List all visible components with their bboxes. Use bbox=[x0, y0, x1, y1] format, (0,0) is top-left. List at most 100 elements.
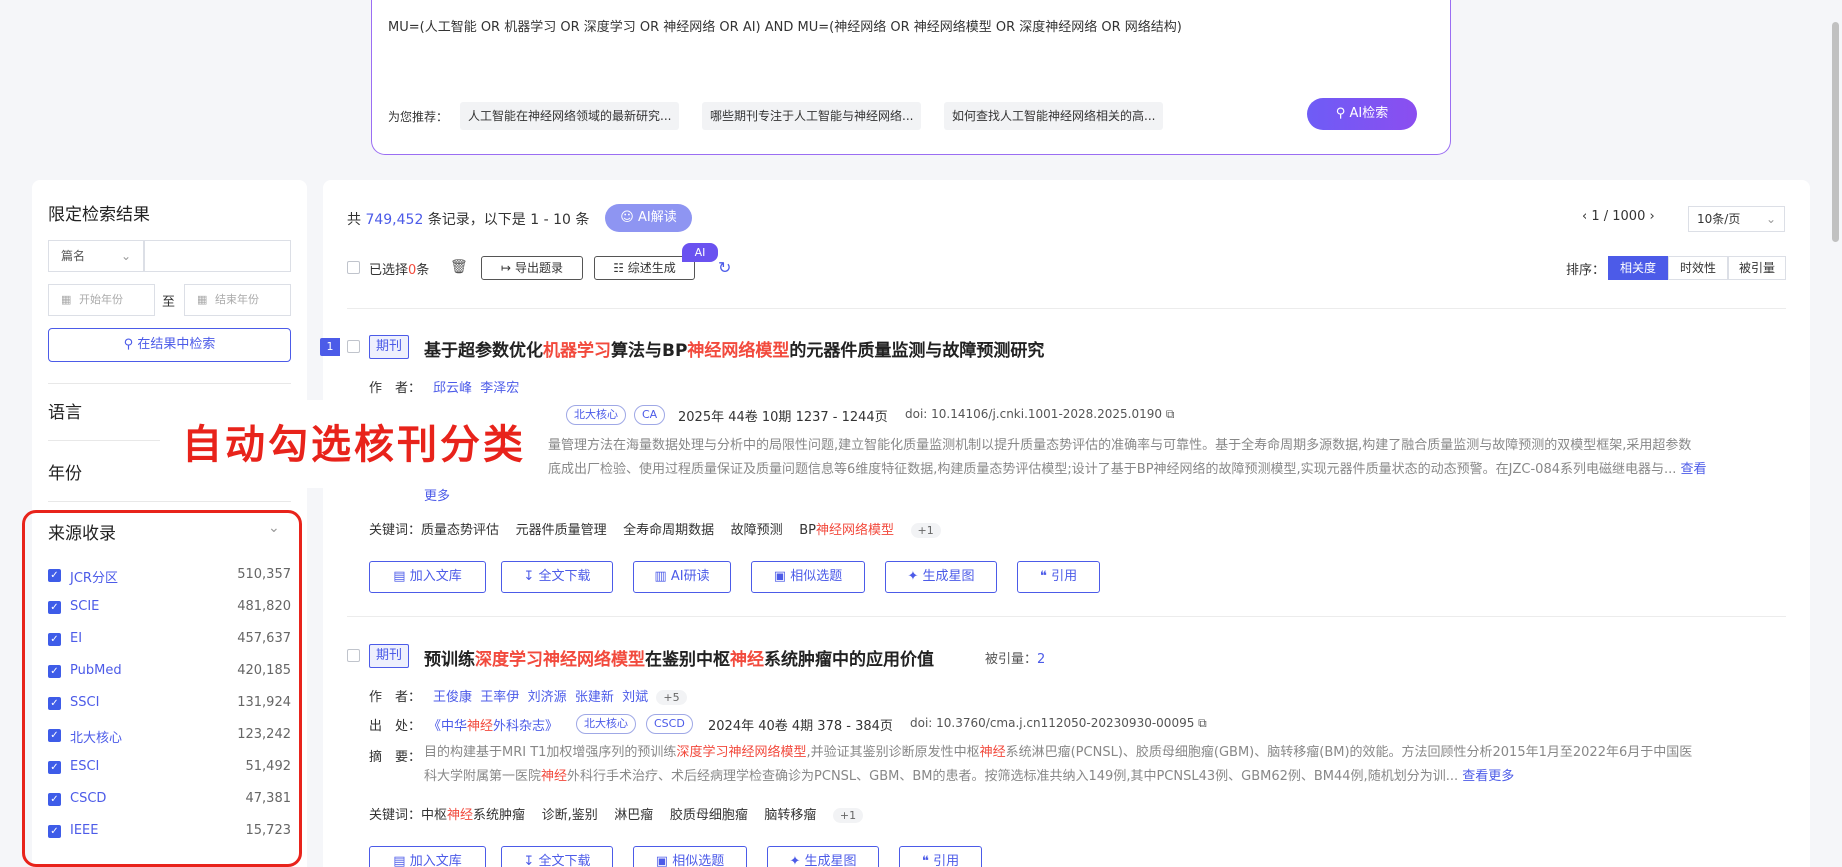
result-title[interactable]: 基于超参数优化机器学习算法与BP神经网络模型的元器件质量监测与故障预测研究 bbox=[424, 336, 1044, 361]
recommendation-chip[interactable]: 哪些期刊专注于人工智能与神经网络... bbox=[702, 102, 922, 130]
download-button[interactable]: ↧ 全文下载 bbox=[501, 846, 613, 867]
section-language[interactable]: 语言 bbox=[48, 398, 82, 423]
keyword[interactable]: 脑转移瘤 bbox=[764, 808, 816, 823]
sort-citations[interactable]: 被引量 bbox=[1728, 256, 1786, 280]
source-highlight-frame bbox=[22, 510, 302, 867]
library-icon: ▤ bbox=[393, 854, 406, 867]
author-link[interactable]: 邱云峰 bbox=[433, 381, 472, 396]
field-input[interactable] bbox=[144, 240, 291, 272]
image-icon: ▣ bbox=[655, 854, 669, 867]
keyword[interactable]: 中枢神经系统肿瘤 bbox=[421, 808, 525, 823]
document-icon: ☷ bbox=[613, 261, 624, 275]
author-list: 邱云峰 李泽宏 bbox=[433, 377, 519, 396]
quote-icon: ❝ bbox=[1039, 569, 1047, 584]
more-keywords-badge[interactable]: +1 bbox=[832, 808, 864, 823]
similar-topic-button[interactable]: ▣ 相似选题 bbox=[751, 561, 865, 593]
star-map-button[interactable]: ✦ 生成星图 bbox=[885, 561, 997, 593]
star-map-button[interactable]: ✦ 生成星图 bbox=[767, 846, 879, 867]
more-authors-badge[interactable]: +5 bbox=[656, 690, 687, 705]
recommendation-chip[interactable]: 人工智能在神经网络领域的最新研究... bbox=[460, 102, 680, 130]
filter-title: 限定检索结果 bbox=[48, 205, 150, 225]
more-keywords-badge[interactable]: +1 bbox=[910, 523, 941, 538]
keyword[interactable]: 胶质母细胞瘤 bbox=[670, 808, 748, 823]
author-link[interactable]: 王俊康 bbox=[433, 690, 472, 705]
quote-icon: ❝ bbox=[921, 854, 929, 867]
result-checkbox[interactable] bbox=[347, 649, 360, 662]
author-link[interactable]: 王率伊 bbox=[480, 690, 519, 705]
author-link[interactable]: 刘济源 bbox=[528, 690, 567, 705]
see-more-link[interactable]: 查看更多 bbox=[1462, 769, 1514, 784]
sort-recency[interactable]: 时效性 bbox=[1668, 256, 1728, 280]
see-more-link[interactable]: 查看 bbox=[1681, 462, 1707, 477]
copy-icon[interactable]: ⧉ bbox=[1198, 716, 1207, 730]
add-library-button[interactable]: ▤ 加入文库 bbox=[369, 561, 486, 593]
index-tag: 北大核心 bbox=[566, 405, 626, 425]
sort-relevance[interactable]: 相关度 bbox=[1608, 256, 1668, 280]
abstract-label: 摘 要： bbox=[369, 750, 422, 765]
review-generate-button[interactable]: ☷ 综述生成 bbox=[594, 256, 695, 280]
ai-search-box[interactable]: MU=(人工智能 OR 机器学习 OR 深度学习 OR 神经网络 OR AI) … bbox=[371, 0, 1451, 155]
index-tag: CA bbox=[634, 405, 666, 425]
type-tag: 期刊 bbox=[369, 335, 410, 359]
ai-search-button[interactable]: ⚲ AI检索 bbox=[1307, 98, 1417, 130]
keyword[interactable]: 故障预测 bbox=[731, 523, 783, 538]
divider bbox=[347, 308, 1786, 309]
doi: doi: 10.14106/j.cnki.1001-2028.2025.0190… bbox=[905, 407, 1175, 421]
export-icon: ↦ bbox=[501, 261, 512, 275]
start-year-input[interactable]: ▦ 开始年份 bbox=[48, 284, 155, 316]
search-in-results-button[interactable]: ⚲ 在结果中检索 bbox=[48, 328, 291, 362]
abstract-line: 目的构建基于MRI T1加权增强序列的预训练深度学习神经网络模型,并验证其鉴别诊… bbox=[424, 745, 1693, 760]
keyword[interactable]: BP神经网络模型 bbox=[799, 523, 894, 538]
keyword[interactable]: 全寿命周期数据 bbox=[623, 523, 714, 538]
chevron-down-icon: ⌄ bbox=[120, 249, 131, 263]
result-title[interactable]: 预训练深度学习神经网络模型在鉴别中枢神经系统肿瘤中的应用价值 bbox=[424, 645, 934, 670]
search-query[interactable]: MU=(人工智能 OR 机器学习 OR 深度学习 OR 神经网络 OR AI) … bbox=[388, 16, 1182, 35]
scrollbar[interactable] bbox=[1832, 22, 1839, 242]
journal-link[interactable]: 《中华神经外科杂志》 bbox=[428, 715, 558, 734]
ai-study-button[interactable]: ▥ AI研读 bbox=[633, 561, 731, 593]
section-year[interactable]: 年份 bbox=[48, 459, 82, 484]
author-link[interactable]: 张建新 bbox=[575, 690, 614, 705]
recommend-label: 为您推荐： bbox=[388, 110, 449, 124]
book-icon: ▥ bbox=[654, 569, 667, 584]
keyword[interactable]: 质量态势评估 bbox=[421, 523, 499, 538]
copy-icon[interactable]: ⧉ bbox=[1166, 407, 1175, 421]
page-size-select[interactable]: 10条/页 ⌄ bbox=[1688, 206, 1785, 232]
type-tag: 期刊 bbox=[369, 644, 410, 668]
sort-label: 排序： bbox=[1566, 263, 1606, 278]
divider bbox=[48, 383, 291, 384]
keyword[interactable]: 诊断,鉴别 bbox=[542, 808, 598, 823]
download-button[interactable]: ↧ 全文下载 bbox=[501, 561, 613, 593]
export-button[interactable]: ↦ 导出题录 bbox=[481, 256, 583, 280]
calendar-icon: ▦ bbox=[197, 293, 208, 306]
chevron-left-icon[interactable]: ‹ bbox=[1582, 209, 1587, 224]
add-library-button[interactable]: ▤ 加入文库 bbox=[369, 846, 486, 867]
author-link[interactable]: 李泽宏 bbox=[480, 381, 519, 396]
cite-button[interactable]: ❝ 引用 bbox=[1017, 561, 1100, 593]
issue-info: 2025年 44卷 10期 1237 - 1244页 bbox=[678, 410, 888, 425]
select-all-checkbox[interactable] bbox=[347, 261, 360, 274]
similar-topic-button[interactable]: ▣ 相似选题 bbox=[633, 846, 747, 867]
result-checkbox[interactable] bbox=[347, 340, 360, 353]
field-select[interactable]: 篇名 ⌄ bbox=[48, 240, 144, 272]
pager[interactable]: ‹ 1 / 1000 › bbox=[1582, 209, 1655, 224]
history-icon[interactable]: ↻ bbox=[718, 258, 731, 277]
author-link[interactable]: 刘斌 bbox=[622, 690, 648, 705]
trash-icon[interactable]: 🗑 bbox=[450, 259, 468, 275]
chevron-right-icon[interactable]: › bbox=[1649, 209, 1654, 224]
end-year-input[interactable]: ▦ 结束年份 bbox=[184, 284, 291, 316]
image-icon: ▣ bbox=[773, 569, 787, 584]
keyword[interactable]: 元器件质量管理 bbox=[516, 523, 607, 538]
download-icon: ↧ bbox=[523, 569, 535, 584]
satellite-icon: ✦ bbox=[907, 569, 919, 584]
cite-button[interactable]: ❝ 引用 bbox=[899, 846, 982, 867]
citation-count: 被引量：2 bbox=[985, 652, 1046, 667]
selected-count: 已选择0条 bbox=[369, 263, 430, 278]
ai-interpret-button[interactable]: ☺ AI解读 bbox=[605, 204, 692, 232]
keyword-list: 关键词：质量态势评估 元器件质量管理 全寿命周期数据 故障预测 BP神经网络模型… bbox=[369, 519, 941, 538]
recommendation-chip[interactable]: 如何查找人工智能神经网络相关的高... bbox=[944, 102, 1164, 130]
index-tag: 北大核心 bbox=[576, 714, 636, 734]
author-label: 作 者： bbox=[369, 381, 422, 396]
keyword[interactable]: 淋巴瘤 bbox=[614, 808, 653, 823]
library-icon: ▤ bbox=[393, 569, 406, 584]
